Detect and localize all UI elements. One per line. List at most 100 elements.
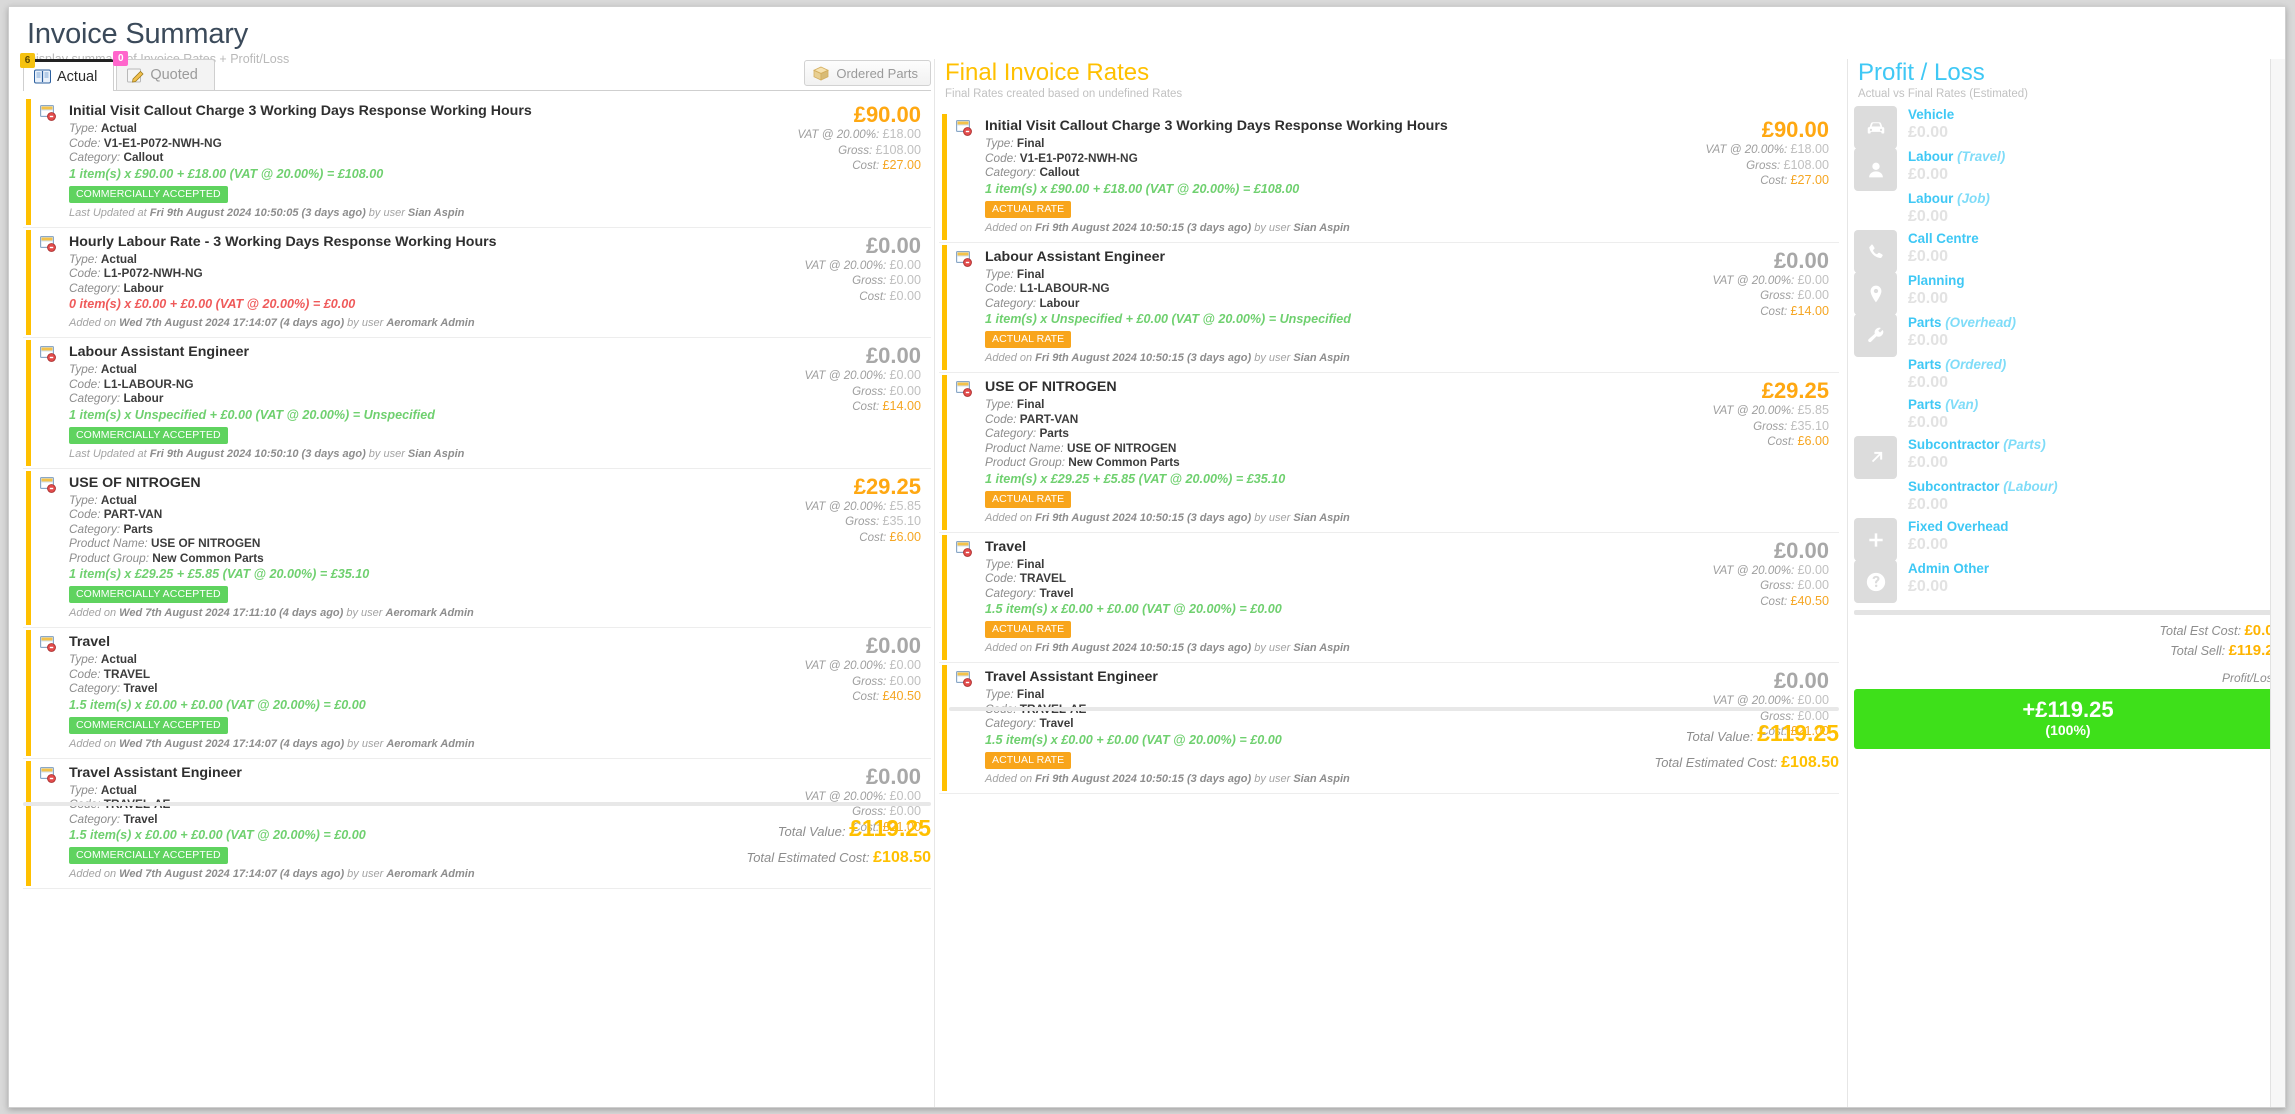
rate-category: Category: Labour: [69, 391, 164, 405]
rate-code: Code: TRAVEL: [985, 571, 1067, 585]
rate-name: Initial Visit Callout Charge 3 Working D…: [985, 118, 1448, 134]
profit-loss-amount: +£119.25: [2022, 697, 2114, 722]
rate-timestamp: Added on Fri 9th August 2024 10:50:15 (3…: [985, 511, 1350, 524]
rate-status-badge: COMMERCIALLY ACCEPTED: [69, 586, 228, 603]
rate-status-badge: ACTUAL RATE: [985, 200, 1072, 218]
rate-name: Travel Assistant Engineer: [985, 669, 1158, 685]
rate-type: Type: Actual: [69, 251, 137, 266]
final-rates-title: Final Invoice Rates: [945, 59, 1150, 86]
profit-loss-row-name: Labour (Job): [1908, 191, 1990, 206]
profit-loss-row: Admin Other £0.00: [1854, 558, 2282, 603]
rate-accent-bar: [942, 375, 947, 530]
actual-total-cost-row: Total Estimated Cost: £108.50: [23, 845, 931, 871]
column-divider-2: [1847, 59, 1848, 1107]
profit-loss-title: Profit / Loss: [1858, 59, 1985, 86]
tab-actual[interactable]: 6 Actual: [20, 53, 115, 91]
final-rates-subtitle: Final Rates created based on undefined R…: [945, 88, 1183, 100]
rate-calculation: 1.5 item(s) x £0.00 + £0.00 (VAT @ 20.00…: [985, 602, 1282, 616]
rate-row[interactable]: Initial Visit Callout Charge 3 Working D…: [939, 112, 1839, 243]
actual-rates-column: 6 Actual 0 Quoted Ordered Parts Initial …: [20, 51, 931, 889]
rate-row[interactable]: Labour Assistant Engineer Type: Actual Co…: [23, 338, 931, 469]
rate-type: Type: Final: [985, 266, 1045, 281]
profit-loss-row-value: £0.00: [1908, 208, 1949, 225]
rate-document-icon: [40, 346, 57, 362]
rate-gross-line: Gross: £108.00: [1746, 157, 1829, 172]
rate-row[interactable]: Initial Visit Callout Charge 3 Working D…: [23, 97, 931, 228]
rate-document-icon: [40, 105, 57, 121]
rate-body: Travel Type: Actual Code: TRAVEL Category:…: [53, 634, 931, 751]
rate-body: Labour Assistant Engineer Type: Final Cod…: [969, 249, 1839, 366]
profit-loss-separator: [1854, 610, 2282, 615]
profit-loss-row-name: Call Centre: [1908, 231, 1979, 246]
pencil-icon: [127, 68, 144, 83]
plus-icon: [1854, 518, 1897, 561]
rate-timestamp: Last Updated at Fri 9th August 2024 10:5…: [69, 447, 465, 460]
rate-type: Type: Actual: [69, 652, 137, 666]
actual-total-value-row: Total Value: £119.25: [23, 815, 931, 845]
person-icon: [1854, 148, 1897, 191]
rate-code: Code: L1-LABOUR-NG: [985, 281, 1110, 295]
tab-quoted[interactable]: 0 Quoted: [113, 51, 215, 90]
rate-name: Travel Assistant Engineer: [69, 764, 242, 781]
final-total-cost-row: Total Estimated Cost: £108.50: [949, 750, 1839, 776]
rate-timestamp: Last Updated at Fri 9th August 2024 10:5…: [69, 206, 465, 219]
rate-accent-bar: [942, 244, 947, 370]
rate-name: USE OF NITROGEN: [69, 474, 201, 491]
rate-category: Category: Callout: [985, 165, 1080, 179]
rate-amount: £0.00: [1773, 247, 1829, 273]
rate-name: Travel: [985, 538, 1027, 555]
rate-gross-line: Gross: £108.00: [838, 142, 921, 157]
rate-category: Category: Parts: [69, 521, 153, 536]
rate-amount: £0.00: [865, 343, 921, 368]
question-icon: [1854, 560, 1897, 603]
rate-row[interactable]: USE OF NITROGEN Type: Final Code: PART-VA…: [939, 373, 1839, 533]
rate-code: Code: TRAVEL: [69, 666, 151, 681]
profit-loss-row: Planning £0.00: [1854, 270, 2282, 315]
rate-document-icon: [956, 540, 973, 557]
rate-gross-line: Gross: £35.10: [1753, 418, 1829, 433]
phone-icon: [1854, 230, 1897, 273]
rate-calculation: 1 item(s) x Unspecified + £0.00 (VAT @ 2…: [985, 312, 1351, 326]
rate-calculation: 1.5 item(s) x £0.00 + £0.00 (VAT @ 20.00…: [69, 697, 366, 712]
profit-loss-row: Parts (Ordered) £0.00: [1854, 354, 2282, 394]
profit-loss-row: Call Centre £0.00: [1854, 228, 2282, 273]
rate-row[interactable]: Labour Assistant Engineer Type: Final Cod…: [939, 243, 1839, 373]
rate-code: Code: L1-LABOUR-NG: [69, 376, 194, 391]
rate-type: Type: Final: [985, 136, 1045, 150]
rate-row[interactable]: Hourly Labour Rate - 3 Working Days Resp…: [23, 228, 931, 338]
rate-status-badge: ACTUAL RATE: [985, 490, 1072, 508]
profit-loss-row: Fixed Overhead £0.00: [1854, 516, 2282, 561]
rate-accent-bar: [942, 534, 947, 660]
profit-loss-row-value: £0.00: [1908, 454, 1949, 471]
rate-document-icon: [40, 476, 57, 493]
rate-amount: £90.00: [1761, 117, 1829, 142]
rate-category: Category: Callout: [69, 150, 164, 164]
actual-totals: Total Value: £119.25 Total Estimated Cos…: [23, 802, 931, 871]
rate-document-icon: [40, 636, 57, 652]
profit-loss-row-name: Admin Other: [1908, 561, 1990, 576]
actual-total-cost-label: Total Estimated Cost:: [746, 850, 870, 865]
rate-row[interactable]: Travel Type: Final Code: TRAVEL Category: …: [939, 533, 1839, 663]
profit-loss-row: Labour (Job) £0.00: [1854, 188, 2282, 228]
rate-money-block: £90.00 VAT @ 20.00%: £18.00 Gross: £108.…: [797, 103, 921, 174]
rate-amount: £0.00: [865, 232, 921, 258]
profit-loss-row-value: £0.00: [1908, 290, 1949, 307]
final-total-cost-label: Total Estimated Cost:: [1654, 754, 1778, 770]
rate-row[interactable]: Travel Type: Actual Code: TRAVEL Category:…: [23, 628, 931, 759]
rate-amount: £90.00: [853, 102, 921, 127]
tab-actual-badge: 6: [20, 53, 35, 68]
profit-loss-rows: Vehicle £0.00 Labour (Travel) £0.00 Labo…: [1854, 104, 2282, 603]
rate-status-badge: ACTUAL RATE: [985, 621, 1072, 638]
profit-loss-row-value: £0.00: [1908, 496, 1949, 513]
rate-row[interactable]: USE OF NITROGEN Type: Actual Code: PART-V…: [23, 469, 931, 628]
rate-product-name: Product Name: USE OF NITROGEN: [985, 440, 1177, 455]
rate-accent-bar: [26, 229, 31, 335]
ordered-parts-button[interactable]: Ordered Parts: [804, 60, 931, 86]
profit-loss-row-value: £0.00: [1908, 248, 1949, 265]
rate-type: Type: Actual: [69, 121, 137, 135]
rate-status-badge: ACTUAL RATE: [985, 331, 1072, 348]
rate-calculation: 1 item(s) x £29.25 + £5.85 (VAT @ 20.00%…: [69, 567, 370, 581]
vertical-scrollbar[interactable]: [2270, 59, 2285, 1107]
rate-document-icon: [956, 671, 973, 687]
rate-name: Labour Assistant Engineer: [985, 248, 1166, 265]
